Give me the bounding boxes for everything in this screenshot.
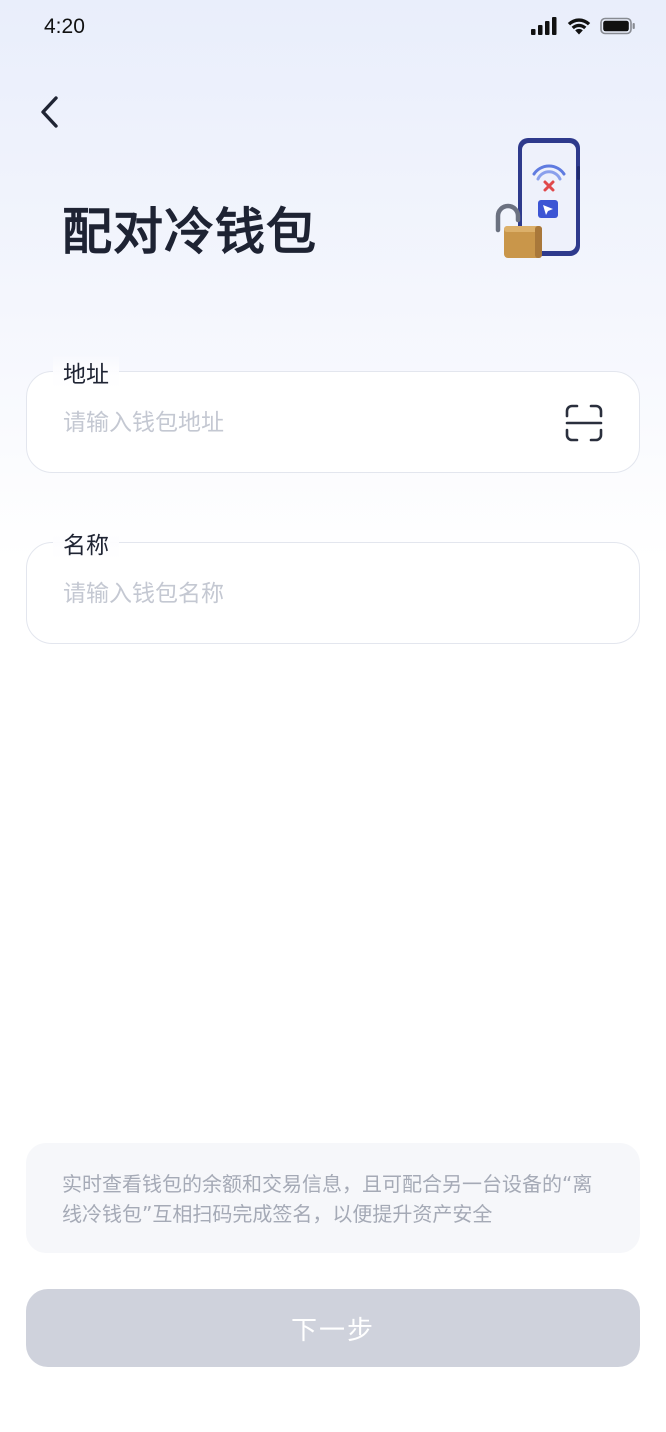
status-icons — [530, 16, 636, 36]
name-label: 名称 — [53, 526, 119, 560]
signal-icon — [531, 17, 557, 35]
cold-wallet-illustration — [495, 138, 580, 258]
status-time: 4:20 — [44, 15, 85, 38]
address-label: 地址 — [53, 355, 119, 389]
status-bar: 4:20 — [0, 0, 666, 56]
back-button[interactable] — [30, 90, 70, 134]
chevron-left-icon — [41, 96, 58, 128]
address-field: 地址 — [26, 355, 640, 473]
name-input[interactable] — [63, 577, 543, 611]
page-title: 配对冷钱包 — [62, 203, 317, 261]
name-field: 名称 — [26, 526, 640, 644]
next-step-button[interactable]: 下一步 — [26, 1289, 640, 1367]
scan-button[interactable] — [565, 404, 603, 442]
wifi-icon — [567, 18, 591, 35]
battery-icon — [600, 17, 635, 35]
info-box: 实时查看钱包的余额和交易信息，且可配合另一台设备的“离线冷钱包”互相扫码完成签名… — [26, 1143, 640, 1253]
scan-icon — [565, 404, 603, 442]
address-input[interactable] — [63, 406, 543, 440]
info-text: 实时查看钱包的余额和交易信息，且可配合另一台设备的“离线冷钱包”互相扫码完成签名… — [62, 1172, 593, 1226]
